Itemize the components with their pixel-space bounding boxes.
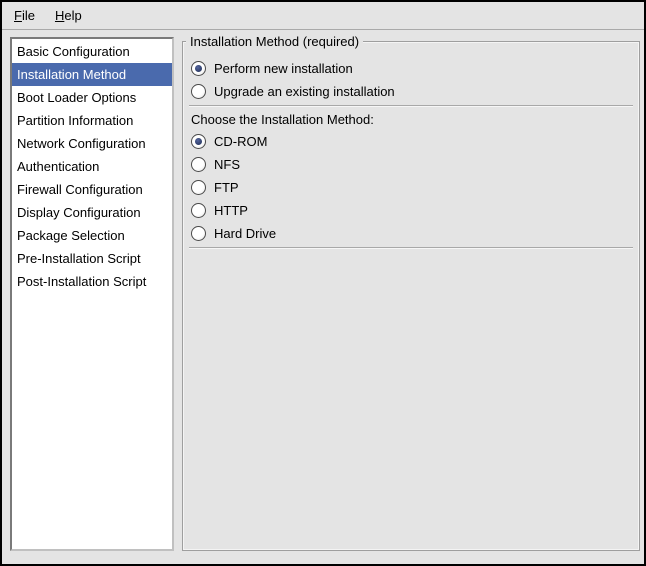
sidebar-item-package-selection[interactable]: Package Selection: [12, 224, 172, 247]
sidebar-item-partition-information[interactable]: Partition Information: [12, 109, 172, 132]
frame-title: Installation Method (required): [186, 33, 363, 50]
radio-icon[interactable]: [191, 203, 206, 218]
radio-icon[interactable]: [191, 84, 206, 99]
radio-label: HTTP: [214, 203, 248, 218]
radio-icon[interactable]: [191, 61, 206, 76]
radio-icon[interactable]: [191, 180, 206, 195]
sidebar-item-installation-method[interactable]: Installation Method: [12, 63, 172, 86]
installation-method-frame: Installation Method (required) Perform n…: [182, 41, 640, 551]
radio-icon[interactable]: [191, 134, 206, 149]
sidebar-item-authentication[interactable]: Authentication: [12, 155, 172, 178]
radio-ftp[interactable]: FTP: [183, 176, 639, 199]
menu-file-label: F: [14, 8, 22, 23]
radio-http[interactable]: HTTP: [183, 199, 639, 222]
radio-upgrade-existing-installation[interactable]: Upgrade an existing installation: [183, 80, 639, 103]
radio-cdrom[interactable]: CD-ROM: [183, 130, 639, 153]
menu-help[interactable]: Help: [49, 5, 88, 26]
sidebar-item-pre-installation-script[interactable]: Pre-Installation Script: [12, 247, 172, 270]
separator: [189, 247, 633, 249]
radio-hard-drive[interactable]: Hard Drive: [183, 222, 639, 245]
radio-label: FTP: [214, 180, 239, 195]
radio-label: Upgrade an existing installation: [214, 84, 395, 99]
sidebar-item-post-installation-script[interactable]: Post-Installation Script: [12, 270, 172, 293]
radio-label: CD-ROM: [214, 134, 267, 149]
radio-perform-new-installation[interactable]: Perform new installation: [183, 57, 639, 80]
radio-label: Hard Drive: [214, 226, 276, 241]
main-content: Basic Configuration Installation Method …: [2, 30, 644, 563]
sidebar-item-basic-configuration[interactable]: Basic Configuration: [12, 40, 172, 63]
radio-icon[interactable]: [191, 157, 206, 172]
sidebar-item-boot-loader-options[interactable]: Boot Loader Options: [12, 86, 172, 109]
kickstart-configurator-window: File Help Basic Configuration Installati…: [0, 0, 646, 566]
separator: [189, 105, 633, 107]
radio-label: Perform new installation: [214, 61, 353, 76]
sidebar-item-firewall-configuration[interactable]: Firewall Configuration: [12, 178, 172, 201]
menu-file[interactable]: File: [8, 5, 41, 26]
sidebar-item-display-configuration[interactable]: Display Configuration: [12, 201, 172, 224]
menu-help-label: H: [55, 8, 64, 23]
section-list: Basic Configuration Installation Method …: [10, 37, 174, 551]
radio-icon[interactable]: [191, 226, 206, 241]
choose-method-label: Choose the Installation Method:: [183, 110, 639, 130]
sidebar-item-network-configuration[interactable]: Network Configuration: [12, 132, 172, 155]
radio-label: NFS: [214, 157, 240, 172]
menubar: File Help: [2, 2, 644, 30]
radio-nfs[interactable]: NFS: [183, 153, 639, 176]
